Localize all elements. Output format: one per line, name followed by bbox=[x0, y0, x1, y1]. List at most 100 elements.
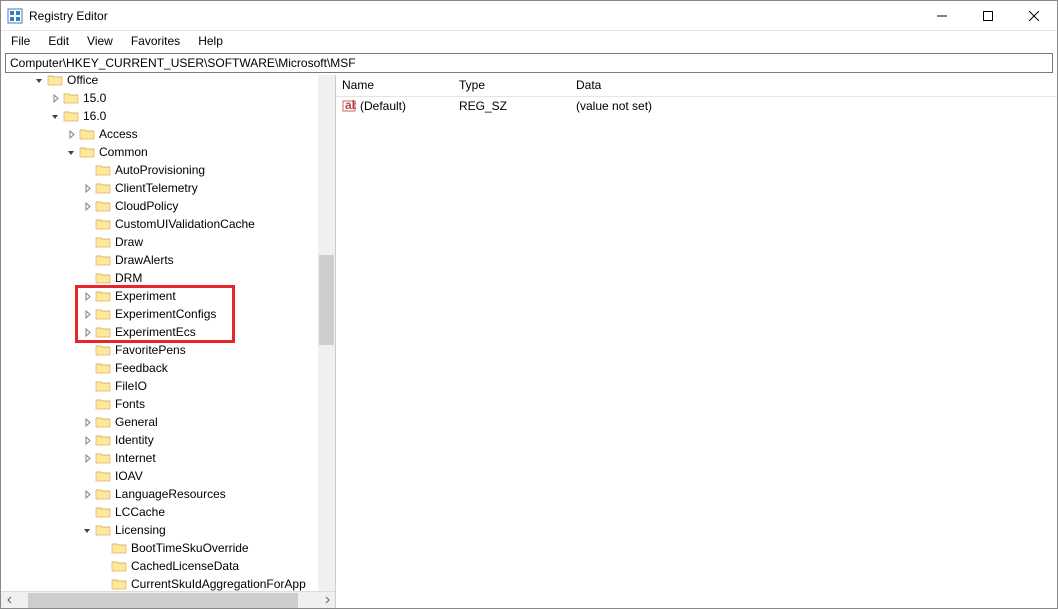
tree-node[interactable]: 15.0 bbox=[1, 89, 335, 107]
tree-node[interactable]: 16.0 bbox=[1, 107, 335, 125]
tree-node[interactable]: ClientTelemetry bbox=[1, 179, 335, 197]
value-row[interactable]: ab (Default) REG_SZ(value not set) bbox=[336, 97, 1057, 115]
tree-node[interactable]: DRM bbox=[1, 269, 335, 287]
tree-node-label: Fonts bbox=[115, 397, 145, 411]
folder-icon bbox=[95, 469, 111, 483]
tree-node[interactable]: LanguageResources bbox=[1, 485, 335, 503]
svg-text:ab: ab bbox=[345, 99, 356, 112]
folder-icon bbox=[79, 145, 95, 159]
tree-node-label: CloudPolicy bbox=[115, 199, 178, 213]
expander-open-icon[interactable] bbox=[49, 110, 61, 122]
values-header: Name Type Data bbox=[336, 75, 1057, 97]
tree-node[interactable]: Internet bbox=[1, 449, 335, 467]
column-name[interactable]: Name bbox=[336, 75, 453, 96]
folder-icon bbox=[95, 289, 111, 303]
tree-node-label: FavoritePens bbox=[115, 343, 186, 357]
folder-icon bbox=[95, 235, 111, 249]
menubar: File Edit View Favorites Help bbox=[1, 31, 1057, 51]
tree-node[interactable]: BootTimeSkuOverride bbox=[1, 539, 335, 557]
column-data[interactable]: Data bbox=[570, 75, 820, 96]
expander-closed-icon[interactable] bbox=[65, 128, 77, 140]
tree-node-label: DRM bbox=[115, 271, 142, 285]
expander-closed-icon[interactable] bbox=[81, 488, 93, 500]
tree-node[interactable]: Experiment bbox=[1, 287, 335, 305]
tree-node[interactable]: Licensing bbox=[1, 521, 335, 539]
tree-node-label: 15.0 bbox=[83, 91, 106, 105]
tree-node-label: Office bbox=[67, 75, 98, 87]
scroll-right-button[interactable] bbox=[318, 592, 335, 609]
expander-closed-icon[interactable] bbox=[81, 326, 93, 338]
app-icon bbox=[7, 8, 23, 24]
close-button[interactable] bbox=[1011, 1, 1057, 30]
tree-node[interactable]: IOAV bbox=[1, 467, 335, 485]
tree-node[interactable]: CustomUIValidationCache bbox=[1, 215, 335, 233]
tree-node[interactable]: ExperimentConfigs bbox=[1, 305, 335, 323]
tree-node[interactable]: Identity bbox=[1, 431, 335, 449]
tree-node[interactable]: DrawAlerts bbox=[1, 251, 335, 269]
column-type[interactable]: Type bbox=[453, 75, 570, 96]
registry-tree[interactable]: Office 15.0 16.0Access Common AutoProvisioni… bbox=[1, 75, 335, 591]
tree-panel: Office 15.0 16.0Access Common AutoProvisioni… bbox=[1, 75, 336, 608]
tree-node[interactable]: General bbox=[1, 413, 335, 431]
expander-closed-icon[interactable] bbox=[81, 434, 93, 446]
tree-node-label: ExperimentConfigs bbox=[115, 307, 216, 321]
folder-icon bbox=[63, 91, 79, 105]
tree-node-label: FileIO bbox=[115, 379, 147, 393]
tree-node[interactable]: LCCache bbox=[1, 503, 335, 521]
tree-node[interactable]: Draw bbox=[1, 233, 335, 251]
expander-closed-icon[interactable] bbox=[81, 452, 93, 464]
values-panel: Name Type Data ab (Default) REG_SZ(value n… bbox=[336, 75, 1057, 608]
tree-node-label: Internet bbox=[115, 451, 156, 465]
expander-closed-icon[interactable] bbox=[81, 290, 93, 302]
tree-node[interactable]: Office bbox=[1, 75, 335, 89]
tree-node-label: Common bbox=[99, 145, 148, 159]
folder-icon bbox=[95, 217, 111, 231]
tree-node-label: DrawAlerts bbox=[115, 253, 174, 267]
address-bar[interactable]: Computer\HKEY_CURRENT_USER\SOFTWARE\Micr… bbox=[5, 53, 1053, 73]
menu-favorites[interactable]: Favorites bbox=[123, 32, 188, 50]
tree-vertical-scrollbar[interactable] bbox=[318, 75, 335, 591]
value-name: (Default) bbox=[360, 99, 406, 113]
expander-open-icon[interactable] bbox=[81, 524, 93, 536]
expander-closed-icon[interactable] bbox=[49, 92, 61, 104]
folder-icon bbox=[95, 253, 111, 267]
tree-node[interactable]: CloudPolicy bbox=[1, 197, 335, 215]
tree-node-label: ClientTelemetry bbox=[115, 181, 198, 195]
tree-node[interactable]: Fonts bbox=[1, 395, 335, 413]
tree-node[interactable]: CurrentSkuIdAggregationForApp bbox=[1, 575, 335, 591]
tree-node-label: AutoProvisioning bbox=[115, 163, 205, 177]
tree-node[interactable]: FavoritePens bbox=[1, 341, 335, 359]
tree-node-label: Licensing bbox=[115, 523, 166, 537]
content-area: Office 15.0 16.0Access Common AutoProvisioni… bbox=[1, 75, 1057, 608]
tree-node[interactable]: Common bbox=[1, 143, 335, 161]
menu-file[interactable]: File bbox=[3, 32, 38, 50]
tree-node[interactable]: Feedback bbox=[1, 359, 335, 377]
tree-node-label: BootTimeSkuOverride bbox=[131, 541, 249, 555]
expander-open-icon[interactable] bbox=[65, 146, 77, 158]
minimize-button[interactable] bbox=[919, 1, 965, 30]
tree-node[interactable]: FileIO bbox=[1, 377, 335, 395]
menu-view[interactable]: View bbox=[79, 32, 121, 50]
expander-open-icon[interactable] bbox=[33, 75, 45, 86]
values-list[interactable]: ab (Default) REG_SZ(value not set) bbox=[336, 97, 1057, 608]
folder-icon bbox=[111, 541, 127, 555]
menu-edit[interactable]: Edit bbox=[40, 32, 77, 50]
folder-icon bbox=[95, 487, 111, 501]
expander-closed-icon[interactable] bbox=[81, 416, 93, 428]
tree-node[interactable]: CachedLicenseData bbox=[1, 557, 335, 575]
maximize-button[interactable] bbox=[965, 1, 1011, 30]
menu-help[interactable]: Help bbox=[190, 32, 231, 50]
folder-icon bbox=[111, 559, 127, 573]
value-type: REG_SZ bbox=[453, 98, 570, 114]
expander-closed-icon[interactable] bbox=[81, 182, 93, 194]
folder-icon bbox=[95, 307, 111, 321]
scroll-left-button[interactable] bbox=[1, 592, 18, 609]
tree-node[interactable]: Access bbox=[1, 125, 335, 143]
tree-node[interactable]: AutoProvisioning bbox=[1, 161, 335, 179]
expander-closed-icon[interactable] bbox=[81, 308, 93, 320]
tree-node[interactable]: ExperimentEcs bbox=[1, 323, 335, 341]
tree-horizontal-scrollbar[interactable] bbox=[1, 591, 335, 608]
expander-closed-icon[interactable] bbox=[81, 200, 93, 212]
tree-node-label: Draw bbox=[115, 235, 143, 249]
value-data: (value not set) bbox=[570, 98, 820, 114]
